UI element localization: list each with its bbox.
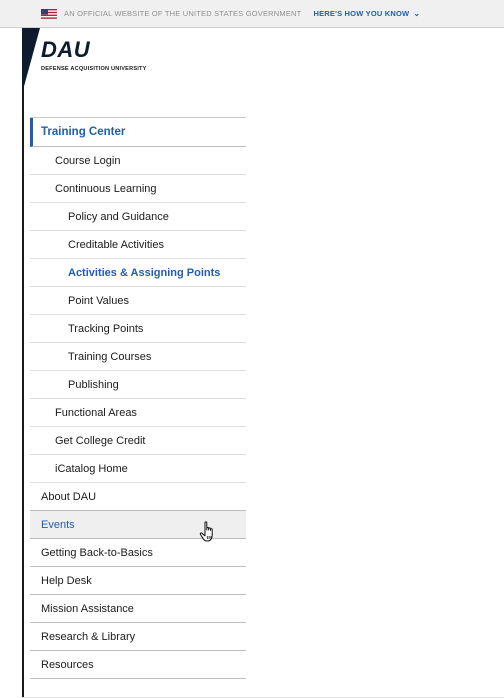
chevron-down-icon: ⌄ (413, 9, 421, 18)
nav-functional-areas[interactable]: Functional Areas (30, 399, 246, 427)
side-navigation: Training Center Course Login Continuous … (30, 117, 246, 679)
nav-training-center[interactable]: Training Center (30, 118, 246, 147)
nav-help-desk[interactable]: Help Desk (30, 567, 246, 595)
gov-banner: AN OFFICIAL WEBSITE OF THE UNITED STATES… (0, 0, 504, 28)
dau-logo[interactable]: DAU DEFENSE ACQUISITION UNIVERSITY (41, 37, 147, 73)
nav-getting-back-to-basics[interactable]: Getting Back-to-Basics (30, 539, 246, 567)
nav-get-college-credit[interactable]: Get College Credit (30, 427, 246, 455)
official-website-text: AN OFFICIAL WEBSITE OF THE UNITED STATES… (64, 9, 302, 18)
nav-mission-assistance[interactable]: Mission Assistance (30, 595, 246, 623)
nav-activities-assigning-points[interactable]: Activities & Assigning Points (30, 259, 246, 287)
left-border-line (22, 28, 24, 698)
nav-publishing[interactable]: Publishing (30, 371, 246, 399)
nav-about-dau[interactable]: About DAU (30, 483, 246, 511)
nav-continuous-learning[interactable]: Continuous Learning (30, 175, 246, 203)
nav-training-courses[interactable]: Training Courses (30, 343, 246, 371)
nav-icatalog-home[interactable]: iCatalog Home (30, 455, 246, 483)
heres-how-you-know-link[interactable]: HERE'S HOW YOU KNOW ⌄ (313, 9, 420, 18)
logo-subtitle: DEFENSE ACQUISITION UNIVERSITY (41, 66, 147, 72)
nav-tracking-points[interactable]: Tracking Points (30, 315, 246, 343)
nav-creditable-activities[interactable]: Creditable Activities (30, 231, 246, 259)
nav-course-login[interactable]: Course Login (30, 147, 246, 175)
logo-mark: DAU (41, 37, 91, 62)
nav-resources[interactable]: Resources (30, 651, 246, 679)
heres-how-you-know-label: HERE'S HOW YOU KNOW (313, 9, 410, 18)
nav-research-library[interactable]: Research & Library (30, 623, 246, 651)
nav-policy-and-guidance[interactable]: Policy and Guidance (30, 203, 246, 231)
nav-point-values[interactable]: Point Values (30, 287, 246, 315)
hand-pointer-cursor-icon (199, 521, 213, 542)
header-wedge-decoration (22, 28, 40, 90)
us-flag-icon (41, 8, 57, 19)
